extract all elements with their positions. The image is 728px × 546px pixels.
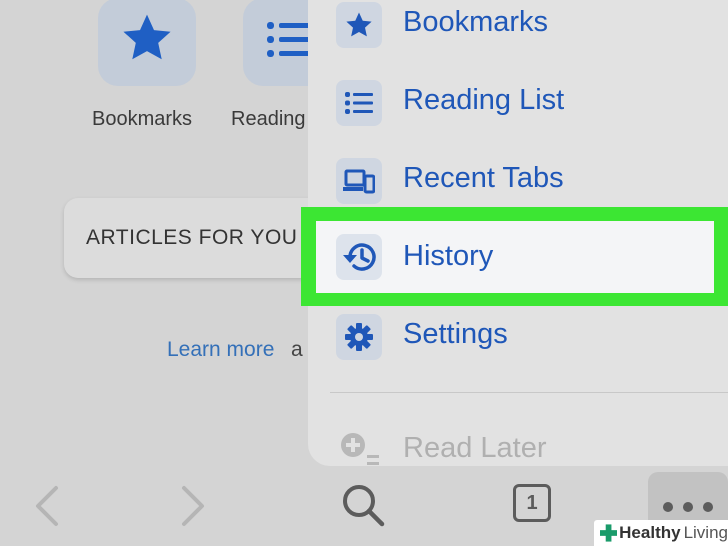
menu-item-settings[interactable]: Settings <box>308 298 728 376</box>
devices-icon <box>343 169 375 194</box>
learn-more-tail-text: a <box>291 338 303 361</box>
watermark-light: Living <box>683 523 728 542</box>
articles-card-title: ARTICLES FOR YOU <box>86 226 298 249</box>
bookmarks-shortcut-tile[interactable] <box>98 0 196 86</box>
tab-count: 1 <box>526 491 538 514</box>
history-icon <box>343 243 376 271</box>
bookmarks-shortcut-label: Bookmarks <box>92 108 193 130</box>
menu-item-label: Read Later <box>403 432 547 464</box>
star-icon <box>346 12 372 37</box>
learn-more-link[interactable]: Learn more <box>167 338 274 362</box>
menu-item-label: History <box>403 240 494 272</box>
reading-list-shortcut-label: Reading <box>231 108 306 130</box>
watermark-bold: Healthy <box>619 523 681 542</box>
list-icon <box>267 22 311 57</box>
reading-list-shortcut-tile[interactable] <box>243 0 313 86</box>
menu-item-label: Settings <box>403 318 508 350</box>
menu-item-label: Recent Tabs <box>403 162 564 194</box>
more-icon <box>663 502 713 512</box>
star-icon <box>123 14 171 60</box>
healthy-living-watermark: Healthy Living <box>594 520 728 546</box>
menu-divider <box>330 392 728 393</box>
read-later-icon <box>341 433 379 465</box>
menu-item-history[interactable]: History <box>316 221 714 293</box>
cross-logo-icon <box>600 524 618 542</box>
menu-item-reading-list[interactable]: Reading List <box>308 64 728 142</box>
menu-item-label: Bookmarks <box>403 6 549 38</box>
gear-icon <box>345 323 373 351</box>
menu-item-bookmarks[interactable]: Bookmarks <box>308 0 728 64</box>
back-icon[interactable] <box>30 484 64 528</box>
forward-icon[interactable] <box>176 484 210 528</box>
menu-item-read-later: Read Later <box>308 412 728 490</box>
menu-item-label: Reading List <box>403 84 565 116</box>
list-icon <box>345 92 373 114</box>
